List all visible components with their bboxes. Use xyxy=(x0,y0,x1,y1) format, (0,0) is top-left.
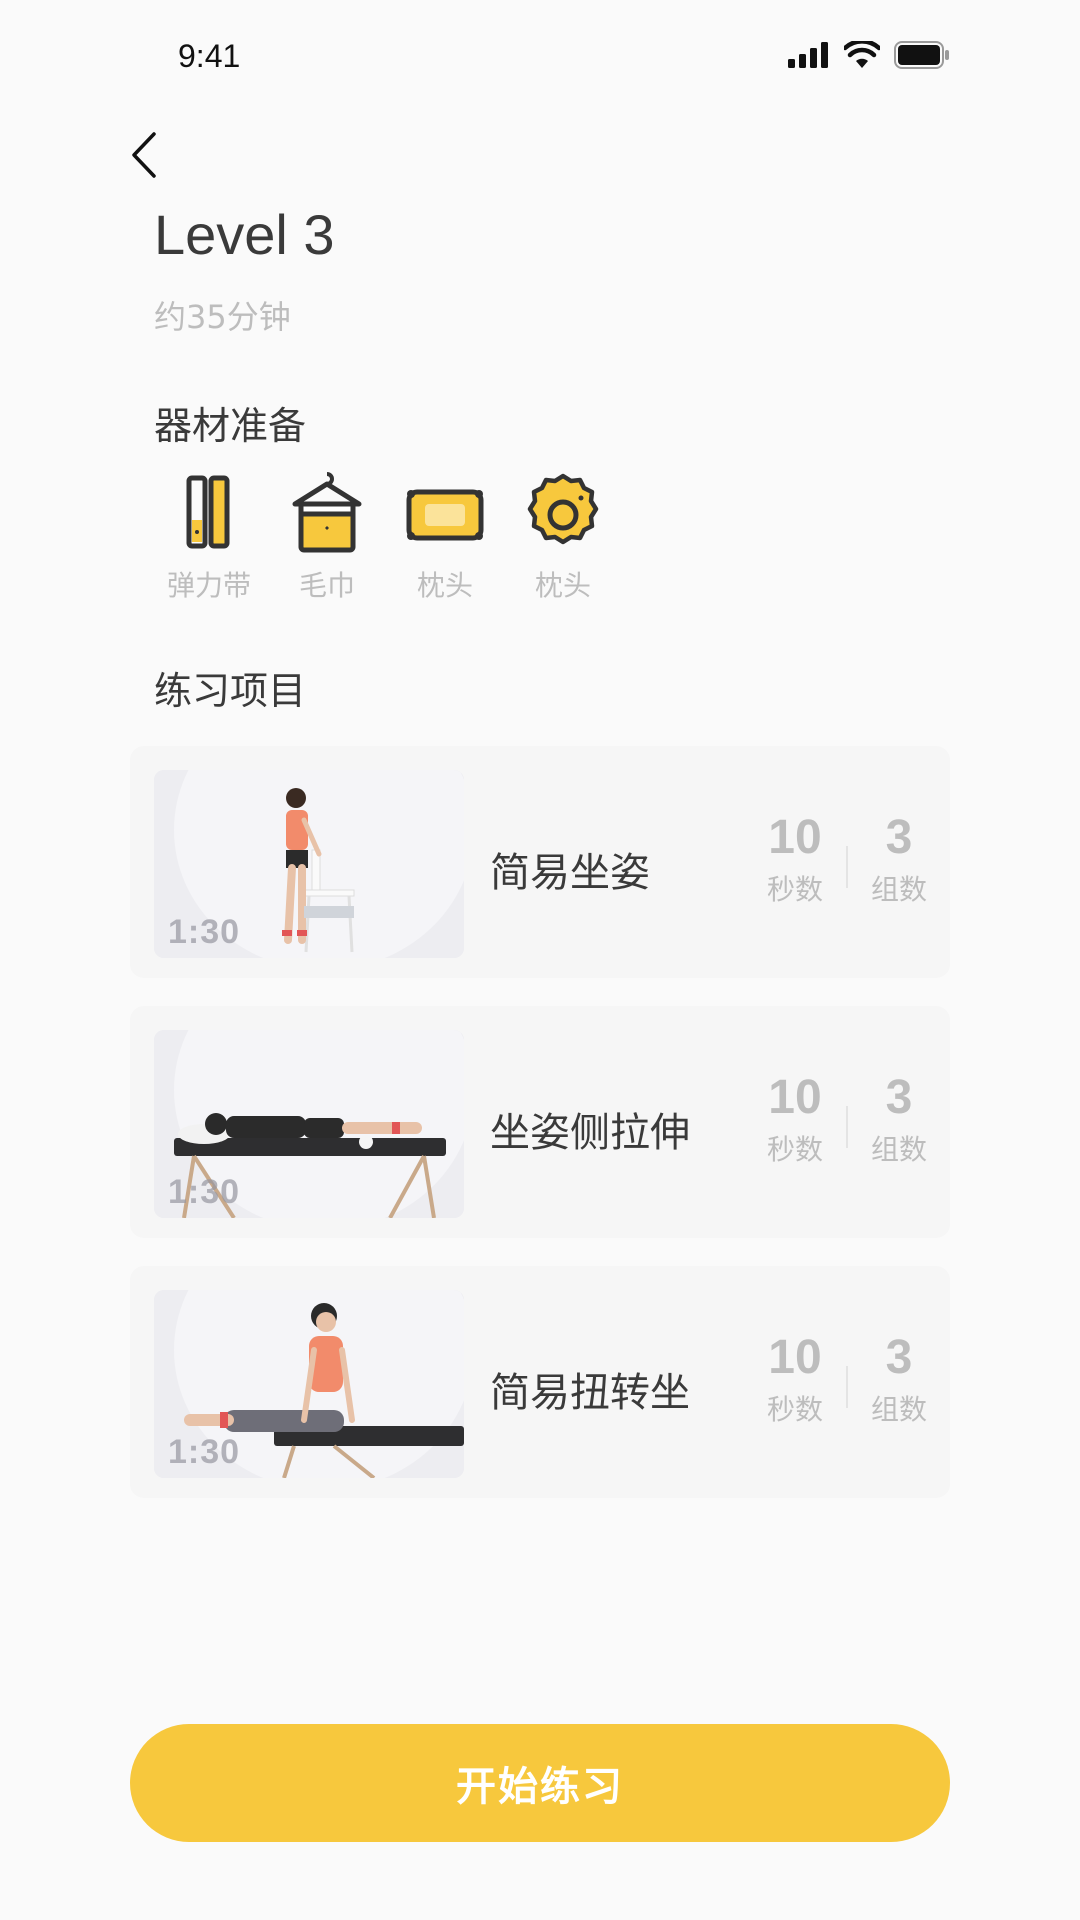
wifi-icon xyxy=(844,41,880,68)
seconds-stat: 10 秒数 xyxy=(750,1072,840,1168)
exercises-section-title: 练习项目 xyxy=(154,669,307,713)
sets-stat: 3 组数 xyxy=(854,812,944,908)
sets-label: 组数 xyxy=(870,1133,927,1166)
equipment-item: 枕头 xyxy=(386,470,504,604)
equipment-item: 枕头 xyxy=(504,470,622,604)
sets-value: 3 xyxy=(885,1331,913,1384)
sets-stat: 3 组数 xyxy=(854,1332,944,1428)
status-icons xyxy=(788,40,950,70)
towel-icon xyxy=(292,472,362,553)
round-cushion-icon xyxy=(527,473,599,545)
equipment-label: 毛巾 xyxy=(298,569,355,602)
sets-stat: 3 组数 xyxy=(854,1072,944,1168)
stat-divider xyxy=(846,1366,848,1408)
resistance-band-icon xyxy=(186,475,230,549)
status-time: 9:41 xyxy=(178,38,241,74)
sets-label: 组数 xyxy=(870,1393,927,1426)
equipment-item: 毛巾 xyxy=(268,470,386,604)
cellular-signal-icon xyxy=(788,42,828,68)
seconds-stat: 10 秒数 xyxy=(750,812,840,908)
battery-icon xyxy=(894,41,949,69)
equipment-item: 弹力带 xyxy=(150,470,268,604)
video-duration: 1:30 xyxy=(168,1173,241,1211)
equipment-list: 弹力带 毛巾 枕头 枕头 xyxy=(150,470,622,604)
seconds-value: 10 xyxy=(768,1331,822,1384)
sets-label: 组数 xyxy=(870,873,927,906)
equipment-label: 弹力带 xyxy=(166,569,251,602)
exercise-card[interactable]: 1:30 简易扭转坐 10 秒数 3 组数 xyxy=(130,1266,950,1498)
exercise-card[interactable]: 1:30 简易坐姿 10 秒数 3 组数 xyxy=(130,746,950,978)
page-title: Level 3 xyxy=(154,203,335,266)
stat-divider xyxy=(846,1106,848,1148)
equipment-label: 枕头 xyxy=(534,569,591,602)
equipment-section-title: 器材准备 xyxy=(154,404,307,448)
seconds-value: 10 xyxy=(768,811,822,864)
seconds-label: 秒数 xyxy=(766,1393,823,1426)
equipment-label: 枕头 xyxy=(416,569,473,602)
seconds-label: 秒数 xyxy=(766,1133,823,1166)
seconds-label: 秒数 xyxy=(766,873,823,906)
duration-text: 约35分钟 xyxy=(154,298,291,336)
stat-divider xyxy=(846,846,848,888)
back-chevron-icon[interactable] xyxy=(126,130,166,180)
start-practice-button[interactable]: 开始练习 xyxy=(130,1724,950,1842)
sets-value: 3 xyxy=(885,1071,913,1124)
exercise-name: 简易坐姿 xyxy=(490,850,650,896)
exercise-name: 简易扭转坐 xyxy=(490,1370,690,1416)
exercise-video-thumbnail[interactable]: 1:30 xyxy=(154,1290,464,1478)
exercise-video-thumbnail[interactable]: 1:30 xyxy=(154,770,464,958)
pillow-icon xyxy=(406,489,484,541)
video-duration: 1:30 xyxy=(168,913,241,951)
video-duration: 1:30 xyxy=(168,1433,241,1471)
seconds-stat: 10 秒数 xyxy=(750,1332,840,1428)
exercise-video-thumbnail[interactable]: 1:30 xyxy=(154,1030,464,1218)
sets-value: 3 xyxy=(885,811,913,864)
seconds-value: 10 xyxy=(768,1071,822,1124)
exercise-card[interactable]: 1:30 坐姿侧拉伸 10 秒数 3 组数 xyxy=(130,1006,950,1238)
exercise-name: 坐姿侧拉伸 xyxy=(490,1110,690,1156)
